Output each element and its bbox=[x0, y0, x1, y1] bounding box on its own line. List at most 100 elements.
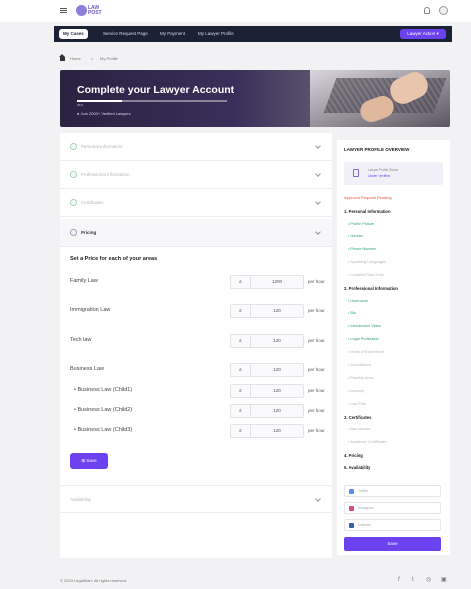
status-value: Under Verified bbox=[368, 174, 391, 178]
bell-icon[interactable] bbox=[424, 7, 430, 14]
twitter-icon[interactable]: t bbox=[412, 577, 414, 583]
price-input[interactable]: £ 120 bbox=[230, 404, 304, 418]
logo-mark-icon bbox=[76, 5, 87, 16]
tab-my-payment[interactable]: My Payment bbox=[156, 29, 189, 39]
profile-overview-panel: LAWYER PROFILE OVERVIEW Lawyer Profile S… bbox=[337, 140, 450, 555]
check-circle-icon bbox=[70, 171, 77, 178]
approval-warning: Approval Request Pending bbox=[344, 195, 392, 200]
price-unit: per hour bbox=[308, 338, 325, 343]
currency-label: £ bbox=[231, 385, 251, 397]
price-row: • Business Law (Child1) £ 120 per hour bbox=[70, 384, 325, 398]
hero-title: Complete your Lawyer Account bbox=[77, 84, 235, 96]
chevron-down-icon bbox=[315, 496, 321, 502]
breadcrumb-separator: > bbox=[91, 56, 94, 61]
section-professional-information[interactable]: Professional Information bbox=[60, 161, 332, 189]
price-value[interactable]: 120 bbox=[251, 385, 303, 397]
checklist-heading: 5. Availability bbox=[344, 465, 371, 471]
price-row: Tech law £ 120 per hour bbox=[70, 334, 325, 348]
menu-icon[interactable] bbox=[60, 8, 67, 13]
section-label: Personal Information bbox=[81, 144, 123, 149]
currency-label: £ bbox=[231, 335, 251, 347]
price-input[interactable]: £ 120 bbox=[230, 424, 304, 438]
price-unit: per hour bbox=[308, 308, 325, 313]
checklist-item: • Years of Experience bbox=[348, 350, 385, 355]
checklist-heading: 3. Certificates bbox=[344, 414, 372, 420]
price-input[interactable]: £ 1200 bbox=[230, 275, 304, 289]
breadcrumb: Home > My Profile bbox=[59, 54, 140, 63]
checklist-item: • Academic Certificates bbox=[348, 440, 387, 444]
currency-label: £ bbox=[231, 305, 251, 317]
chevron-down-icon bbox=[315, 229, 321, 235]
check-circle-icon bbox=[70, 143, 77, 150]
tab-service-request[interactable]: Service Request Page bbox=[99, 29, 152, 39]
price-unit: per hour bbox=[308, 367, 325, 372]
instagram-field[interactable]: Instagram bbox=[344, 502, 441, 514]
price-input[interactable]: £ 120 bbox=[230, 334, 304, 348]
avatar[interactable] bbox=[439, 6, 448, 15]
checklist-item: • Profile Picture bbox=[348, 221, 375, 226]
price-input[interactable]: £ 120 bbox=[230, 384, 304, 398]
overview-title: LAWYER PROFILE OVERVIEW bbox=[344, 147, 410, 152]
checklist-item: • Speaking Languages bbox=[348, 260, 387, 265]
price-unit: per hour bbox=[308, 408, 325, 413]
tab-my-cases[interactable]: My Cases bbox=[59, 29, 88, 39]
chevron-down-icon bbox=[315, 171, 321, 177]
section-certificates[interactable]: Certificates bbox=[60, 189, 332, 217]
section-pricing[interactable]: Pricing bbox=[60, 219, 332, 247]
pricing-title: Set a Price for each of your areas bbox=[70, 256, 158, 262]
checklist-item: • Practice Area bbox=[348, 375, 373, 380]
checklist-item: • Law Firm bbox=[348, 401, 366, 406]
checklist-item: • Industry bbox=[348, 388, 364, 393]
linkedin-icon bbox=[349, 523, 354, 528]
currency-label: £ bbox=[231, 276, 251, 288]
section-label: Certificates bbox=[81, 200, 104, 205]
home-icon[interactable] bbox=[59, 54, 65, 61]
price-value[interactable]: 120 bbox=[251, 335, 303, 347]
chevron-down-icon bbox=[315, 199, 321, 205]
currency-label: £ bbox=[231, 425, 251, 437]
linkedin-field[interactable]: LinkedIn bbox=[344, 519, 441, 531]
save-pricing-button[interactable]: ⊞ Save bbox=[70, 453, 108, 469]
section-personal-information[interactable]: Personal Information bbox=[60, 133, 332, 161]
price-value[interactable]: 120 bbox=[251, 364, 303, 376]
checklist-item: • Bar License bbox=[348, 427, 371, 432]
checklist-item: • Jurisdictions bbox=[348, 363, 372, 367]
section-availability[interactable]: Availability bbox=[60, 485, 332, 513]
price-row: Business Law £ 120 per hour bbox=[70, 363, 325, 377]
tab-lawyer-profile[interactable]: My Lawyer Profile bbox=[194, 29, 238, 39]
price-area-label: • Business Law (Child3) bbox=[74, 427, 133, 433]
profile-progress-fill bbox=[77, 100, 122, 102]
checklist-item: • Gender bbox=[348, 234, 364, 239]
price-row: Immigration Law £ 120 per hour bbox=[70, 304, 325, 318]
progress-label: 25% bbox=[77, 103, 84, 107]
price-input[interactable]: £ 120 bbox=[230, 304, 304, 318]
breadcrumb-current: My Profile bbox=[100, 56, 118, 61]
price-area-label: Immigration Law bbox=[70, 307, 111, 313]
logo-text: LAW POST bbox=[88, 5, 102, 16]
price-input[interactable]: £ 120 bbox=[230, 363, 304, 377]
sidebar-save-button[interactable]: Save bbox=[344, 537, 441, 551]
currency-label: £ bbox=[231, 405, 251, 417]
price-value[interactable]: 120 bbox=[251, 425, 303, 437]
section-label: Availability bbox=[70, 497, 92, 502]
price-row: Family Law £ 1200 per hour bbox=[70, 275, 325, 289]
price-value[interactable]: 1200 bbox=[251, 276, 303, 288]
breadcrumb-home[interactable]: Home bbox=[70, 55, 81, 63]
checklist-item: • Location/Time Zone bbox=[348, 273, 384, 278]
lawyer-action-button[interactable]: Lawyer Action ▾ bbox=[400, 29, 446, 39]
instagram-icon bbox=[349, 506, 354, 511]
price-value[interactable]: 120 bbox=[251, 405, 303, 417]
copyright-text: © 2023 LegalMart. All rights reserved. bbox=[60, 578, 127, 583]
linkedin-icon[interactable]: ▣ bbox=[441, 577, 447, 583]
profile-progress-bar bbox=[77, 100, 227, 102]
hero-banner: Complete your Lawyer Account 25% ● Join … bbox=[60, 70, 450, 127]
price-unit: per hour bbox=[308, 428, 325, 433]
facebook-icon[interactable]: f bbox=[398, 577, 400, 583]
chevron-down-icon bbox=[315, 143, 321, 149]
checklist-item: • Legal Profession bbox=[348, 337, 379, 342]
price-value[interactable]: 120 bbox=[251, 305, 303, 317]
logo[interactable]: LAW POST bbox=[76, 5, 106, 17]
twitter-field[interactable]: Twitter bbox=[344, 485, 441, 497]
instagram-icon[interactable]: ◎ bbox=[426, 577, 431, 583]
price-unit: per hour bbox=[308, 388, 325, 393]
